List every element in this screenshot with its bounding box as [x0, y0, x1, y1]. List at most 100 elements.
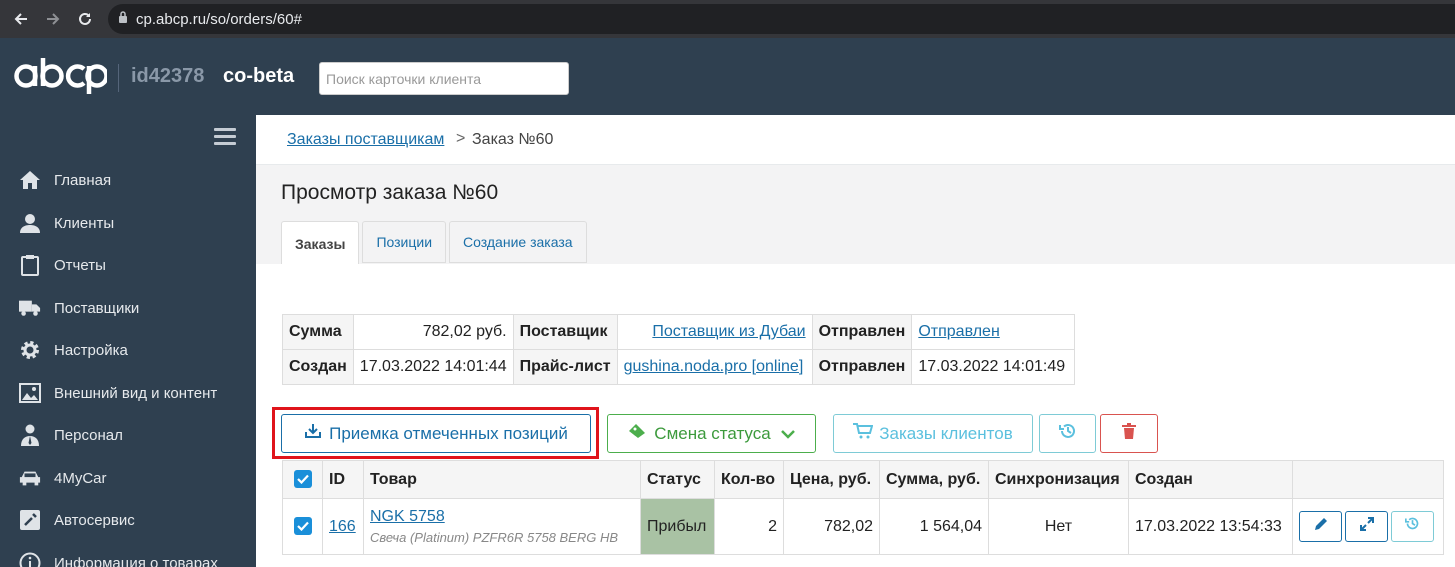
- address-bar[interactable]: cp.abcp.ru/so/orders/60#: [108, 4, 1455, 34]
- client-search-input[interactable]: [319, 62, 569, 95]
- select-all-header: [282, 460, 323, 499]
- column-header[interactable]: Создан: [1128, 460, 1293, 499]
- order-info-table: Сумма 782,02 руб. Поставщик Поставщик из…: [282, 314, 1076, 385]
- clipboard-icon: [19, 254, 41, 276]
- row-checkbox[interactable]: [293, 517, 312, 536]
- reload-icon[interactable]: [69, 0, 101, 38]
- sidebar-item-clients[interactable]: Клиенты: [0, 203, 256, 243]
- column-header[interactable]: Сумма, руб.: [879, 460, 989, 499]
- info-sent-date-value: 17.03.2022 14:01:49: [911, 349, 1076, 385]
- client-orders-button[interactable]: Заказы клиентов: [833, 414, 1033, 453]
- history-icon: [1058, 422, 1077, 445]
- position-id-link[interactable]: 166: [329, 518, 356, 535]
- actions-header: [1292, 460, 1444, 499]
- delete-button[interactable]: [1100, 414, 1158, 453]
- product-link[interactable]: NGK 5758: [370, 508, 445, 525]
- page-title: Просмотр заказа №60: [281, 181, 499, 204]
- info-label: Поставщик: [512, 314, 618, 350]
- history-button[interactable]: [1039, 414, 1096, 453]
- tab-orders[interactable]: Заказы: [281, 221, 360, 267]
- info-icon: [19, 552, 41, 567]
- header-divider: [118, 64, 119, 92]
- column-header[interactable]: Кол-во: [714, 460, 784, 499]
- info-label: Отправлен: [811, 314, 913, 350]
- info-label: Отправлен: [811, 349, 913, 385]
- home-icon: [19, 169, 41, 191]
- sidebar-item-label: Поставщики: [54, 299, 140, 317]
- user-icon: [19, 212, 41, 234]
- sidebar-item-staff[interactable]: Персонал: [0, 415, 256, 455]
- account-name: co-beta: [223, 65, 295, 87]
- table-header-row: ID Товар Статус Кол-во Цена, руб. Сумма,…: [282, 460, 1444, 499]
- sidebar-item-product-info[interactable]: Информация о товарах: [0, 543, 256, 567]
- sidebar-item-label: Информация о товарах: [54, 554, 218, 567]
- car-icon: [19, 467, 41, 489]
- column-header[interactable]: Товар: [363, 460, 641, 499]
- column-header[interactable]: Синхронизация: [988, 460, 1129, 499]
- sync-cell: Нет: [988, 498, 1129, 555]
- receive-selected-button[interactable]: Приемка отмеченных позиций: [281, 414, 591, 453]
- sidebar-item-autoservice[interactable]: Автосервис: [0, 500, 256, 540]
- expand-icon: [1359, 517, 1374, 536]
- change-status-button[interactable]: Смена статуса: [607, 414, 816, 453]
- sidebar-item-suppliers[interactable]: Поставщики: [0, 288, 256, 328]
- account-id: id42378: [131, 65, 205, 87]
- pricelist-link[interactable]: gushina.noda.pro [online]: [624, 358, 804, 375]
- sidebar-item-4mycar[interactable]: 4MyCar: [0, 458, 256, 498]
- sent-status-link[interactable]: Отправлен: [918, 323, 999, 340]
- created-cell: 17.03.2022 13:54:33: [1128, 498, 1293, 555]
- sidebar-item-label: Настройка: [54, 341, 128, 359]
- image-icon: [19, 382, 41, 404]
- menu-toggle-icon[interactable]: [214, 128, 236, 146]
- breadcrumb-current: Заказ №60: [472, 131, 554, 148]
- wrench-icon: [19, 509, 41, 531]
- pencil-icon: [1314, 517, 1328, 536]
- info-label: Сумма: [282, 314, 354, 350]
- column-header[interactable]: Цена, руб.: [783, 460, 880, 499]
- sidebar: Главная Клиенты Отчеты Поставщики Настро…: [0, 115, 256, 567]
- positions-table: ID Товар Статус Кол-во Цена, руб. Сумма,…: [282, 460, 1444, 555]
- forward-icon[interactable]: [37, 0, 69, 38]
- sum-cell: 1 564,04: [879, 498, 989, 555]
- tab-create-order[interactable]: Создание заказа: [449, 221, 587, 263]
- change-status-label: Смена статуса: [654, 423, 771, 443]
- sidebar-item-settings[interactable]: Настройка: [0, 330, 256, 370]
- sidebar-item-label: Главная: [54, 171, 112, 189]
- cart-icon: [853, 423, 874, 444]
- main-content: Заказы поставщикам > Заказ №60 Просмотр …: [256, 115, 1455, 567]
- product-description: Свеча (Platinum) PZFR6R 5758 BERG HB: [370, 530, 619, 545]
- supplier-link[interactable]: Поставщик из Дубаи: [652, 323, 805, 340]
- browser-toolbar: cp.abcp.ru/so/orders/60#: [0, 0, 1455, 38]
- price-cell: 782,02: [783, 498, 880, 555]
- url-text: cp.abcp.ru/so/orders/60#: [136, 10, 302, 28]
- column-header[interactable]: Статус: [640, 460, 715, 499]
- sidebar-item-label: Персонал: [54, 426, 123, 444]
- breadcrumb-link-supplier-orders[interactable]: Заказы поставщикам: [287, 131, 444, 149]
- sidebar-item-home[interactable]: Главная: [0, 160, 256, 200]
- back-icon[interactable]: [5, 0, 37, 38]
- tab-panel: Сумма 782,02 руб. Поставщик Поставщик из…: [256, 264, 1455, 567]
- abcp-logo[interactable]: [13, 56, 109, 101]
- truck-icon: [19, 297, 41, 319]
- sidebar-item-label: Отчеты: [54, 256, 106, 274]
- sidebar-item-reports[interactable]: Отчеты: [0, 245, 256, 285]
- sidebar-item-appearance[interactable]: Внешний вид и контент: [0, 373, 256, 413]
- ticket-icon: [628, 423, 646, 444]
- info-sum-value: 782,02 руб.: [352, 314, 514, 350]
- expand-button[interactable]: [1345, 511, 1388, 543]
- select-all-checkbox[interactable]: [293, 470, 312, 489]
- edit-button[interactable]: [1299, 511, 1342, 543]
- gear-icon: [19, 339, 41, 361]
- row-history-button[interactable]: [1391, 510, 1434, 542]
- status-cell: Прибыл: [640, 498, 715, 555]
- qty-cell: 2: [714, 498, 784, 555]
- trash-icon: [1122, 423, 1136, 444]
- sidebar-item-label: Клиенты: [54, 214, 115, 232]
- lock-icon: [118, 10, 128, 28]
- sidebar-item-label: 4MyCar: [54, 469, 107, 487]
- tab-positions[interactable]: Позиции: [362, 221, 447, 263]
- client-orders-label: Заказы клиентов: [879, 423, 1013, 443]
- table-row: 166 NGK 5758 Свеча (Platinum) PZFR6R 575…: [282, 498, 1444, 555]
- column-header[interactable]: ID: [322, 460, 364, 499]
- app-header: id42378 co-beta: [0, 38, 1455, 115]
